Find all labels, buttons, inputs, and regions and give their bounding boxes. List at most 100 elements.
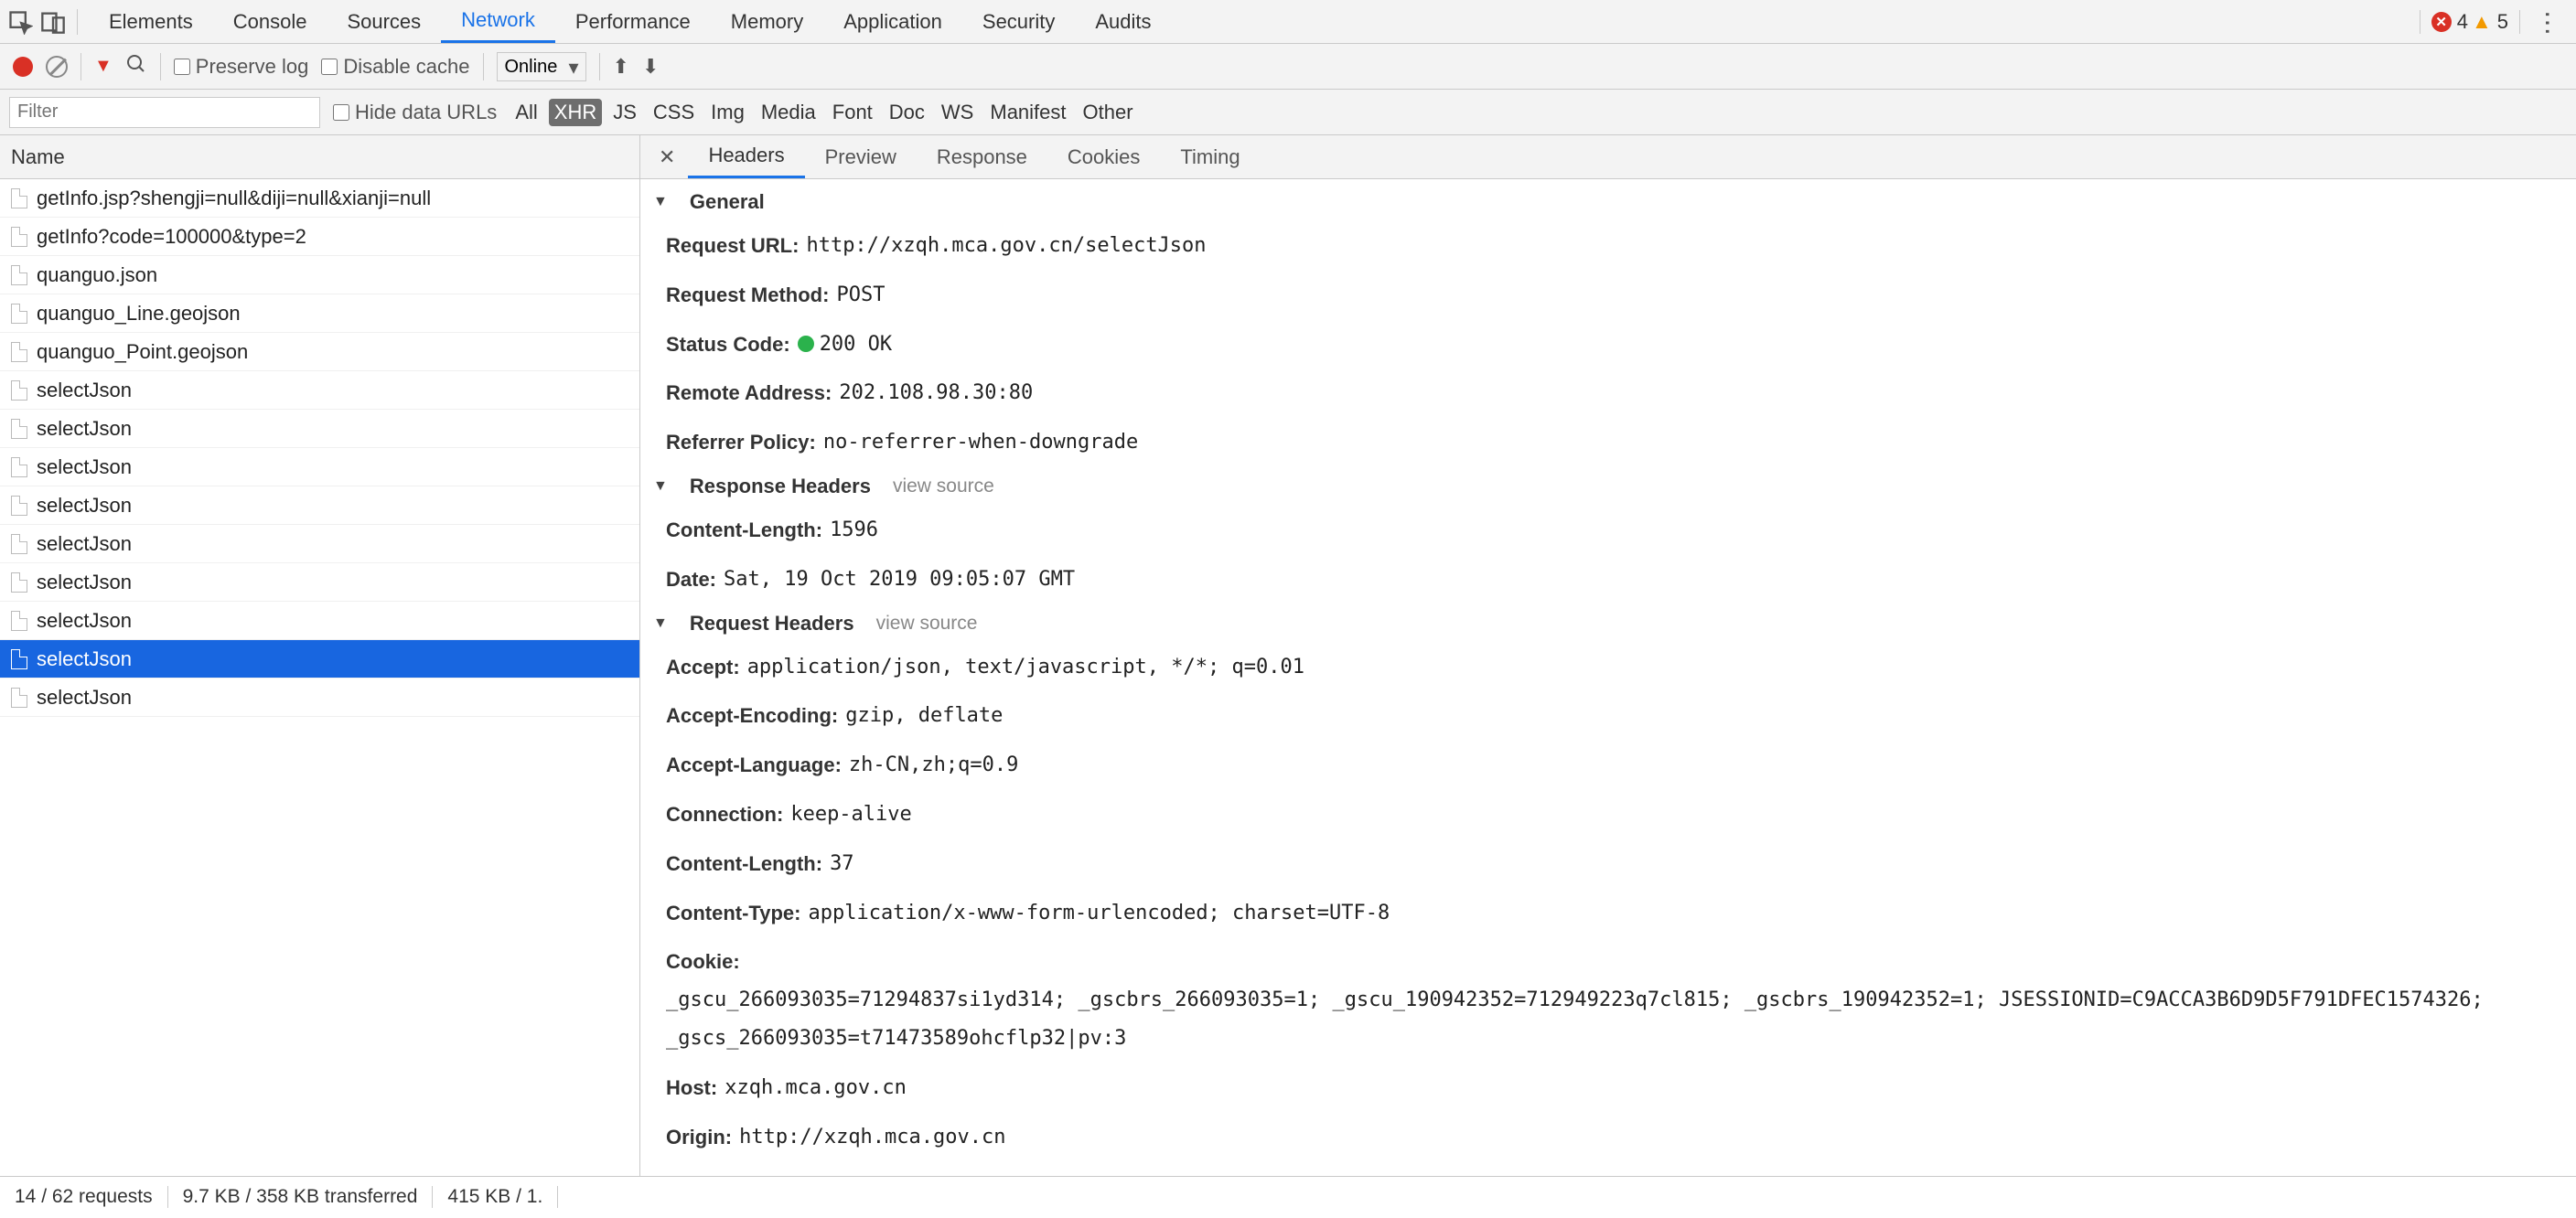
- detail-tab-cookies[interactable]: Cookies: [1047, 135, 1160, 178]
- filter-type-media[interactable]: Media: [756, 99, 821, 126]
- request-list-header[interactable]: Name: [0, 135, 639, 179]
- error-badge-icon: ✕: [2431, 12, 2452, 32]
- header-value: no-referrer-when-downgrade: [823, 423, 1138, 462]
- request-list[interactable]: getInfo.jsp?shengji=null&diji=null&xianj…: [0, 179, 639, 1178]
- hide-data-urls-checkbox[interactable]: Hide data URLs: [333, 101, 497, 124]
- header-value: gzip, deflate: [845, 697, 1003, 735]
- record-button[interactable]: [13, 57, 33, 77]
- request-row[interactable]: selectJson: [0, 563, 639, 602]
- status-dot-icon: [798, 336, 814, 352]
- filter-type-css[interactable]: CSS: [648, 99, 700, 126]
- header-row: Host:xzqh.mca.gov.cn: [640, 1063, 2576, 1113]
- section-title: Request Headers: [690, 612, 854, 636]
- filter-type-all[interactable]: All: [510, 99, 542, 126]
- request-row[interactable]: selectJson: [0, 410, 639, 448]
- header-key: Date:: [666, 561, 716, 599]
- panel-tab-elements[interactable]: Elements: [89, 0, 213, 43]
- filter-type-other[interactable]: Other: [1078, 99, 1139, 126]
- filter-type-img[interactable]: Img: [705, 99, 750, 126]
- device-toggle-icon[interactable]: [40, 9, 66, 35]
- request-name: selectJson: [37, 532, 132, 556]
- section-title: General: [690, 190, 765, 214]
- section-header-response-headers[interactable]: ▼Response Headersview source: [640, 467, 2576, 506]
- header-row: Accept-Language:zh-CN,zh;q=0.9: [640, 741, 2576, 790]
- header-value: application/x-www-form-urlencoded; chars…: [808, 894, 1390, 933]
- request-name: selectJson: [37, 571, 132, 594]
- request-name: selectJson: [37, 609, 132, 633]
- filter-type-manifest[interactable]: Manifest: [984, 99, 1071, 126]
- filter-toggle-icon[interactable]: ▼: [94, 56, 113, 77]
- file-icon: [11, 419, 27, 439]
- request-row[interactable]: selectJson: [0, 602, 639, 640]
- header-row: Content-Type:application/x-www-form-urle…: [640, 889, 2576, 938]
- filter-input[interactable]: [9, 97, 320, 128]
- header-row: Remote Address:202.108.98.30:80: [640, 369, 2576, 418]
- panel-tab-audits[interactable]: Audits: [1075, 0, 1171, 43]
- detail-tab-headers[interactable]: Headers: [688, 135, 804, 178]
- detail-tab-response[interactable]: Response: [917, 135, 1047, 178]
- detail-tab-preview[interactable]: Preview: [805, 135, 917, 178]
- console-badges[interactable]: ✕ 4 ▲ 5: [2420, 10, 2520, 34]
- more-menu-icon[interactable]: ⋯: [2533, 1, 2563, 42]
- section-header-general[interactable]: ▼General: [640, 183, 2576, 221]
- request-row[interactable]: selectJson: [0, 371, 639, 410]
- header-row: Date:Sat, 19 Oct 2019 09:05:07 GMT: [640, 555, 2576, 604]
- request-row[interactable]: selectJson: [0, 448, 639, 486]
- file-icon: [11, 380, 27, 401]
- panel-tab-sources[interactable]: Sources: [327, 0, 441, 43]
- request-row[interactable]: selectJson: [0, 486, 639, 525]
- divider: [160, 53, 161, 80]
- panel-tab-network[interactable]: Network: [441, 0, 555, 43]
- import-har-icon[interactable]: ⬆: [613, 55, 629, 79]
- filter-type-doc[interactable]: Doc: [884, 99, 930, 126]
- view-source-link[interactable]: view source: [876, 613, 978, 635]
- view-source-link[interactable]: view source: [893, 475, 994, 497]
- request-row[interactable]: getInfo.jsp?shengji=null&diji=null&xianj…: [0, 179, 639, 218]
- request-name: selectJson: [37, 647, 132, 671]
- headers-panel[interactable]: ▼GeneralRequest URL:http://xzqh.mca.gov.…: [640, 179, 2576, 1178]
- header-key: Content-Type:: [666, 894, 800, 933]
- status-resources: 415 KB / 1.: [433, 1186, 558, 1208]
- clear-button[interactable]: [46, 56, 68, 78]
- preserve-log-checkbox[interactable]: Preserve log: [174, 55, 309, 79]
- filter-type-font[interactable]: Font: [827, 99, 878, 126]
- request-row[interactable]: quanguo_Point.geojson: [0, 333, 639, 371]
- close-detail-icon[interactable]: ✕: [646, 135, 688, 178]
- header-row: Referrer Policy:no-referrer-when-downgra…: [640, 418, 2576, 467]
- detail-tab-timing[interactable]: Timing: [1160, 135, 1260, 178]
- header-key: Accept:: [666, 648, 740, 687]
- devtools-top-bar: ElementsConsoleSourcesNetworkPerformance…: [0, 0, 2576, 44]
- header-value: http://xzqh.mca.gov.cn/selectJson: [806, 227, 1206, 265]
- filter-type-ws[interactable]: WS: [936, 99, 979, 126]
- request-row[interactable]: selectJson: [0, 640, 639, 678]
- request-row[interactable]: getInfo?code=100000&type=2: [0, 218, 639, 256]
- filter-type-js[interactable]: JS: [607, 99, 642, 126]
- request-row[interactable]: selectJson: [0, 525, 639, 563]
- request-row[interactable]: selectJson: [0, 678, 639, 717]
- request-name: selectJson: [37, 379, 132, 402]
- request-row[interactable]: quanguo_Line.geojson: [0, 294, 639, 333]
- disable-cache-checkbox[interactable]: Disable cache: [321, 55, 469, 79]
- header-row: Request Method:POST: [640, 271, 2576, 320]
- header-key: Host:: [666, 1069, 717, 1107]
- panel-tab-security[interactable]: Security: [962, 0, 1075, 43]
- export-har-icon[interactable]: ⬇: [642, 55, 659, 79]
- panel-tab-console[interactable]: Console: [213, 0, 327, 43]
- inspect-icon-group: [7, 9, 78, 35]
- detail-tabs: ✕ HeadersPreviewResponseCookiesTiming: [640, 135, 2576, 179]
- file-icon: [11, 227, 27, 247]
- section-header-request-headers[interactable]: ▼Request Headersview source: [640, 604, 2576, 643]
- inspect-element-icon[interactable]: [7, 9, 33, 35]
- status-requests: 14 / 62 requests: [0, 1186, 168, 1208]
- panel-tab-memory[interactable]: Memory: [711, 0, 823, 43]
- header-key: Request Method:: [666, 276, 829, 315]
- search-icon[interactable]: [125, 53, 147, 80]
- network-split-view: Name getInfo.jsp?shengji=null&diji=null&…: [0, 135, 2576, 1178]
- throttling-select[interactable]: Online: [497, 52, 586, 81]
- filter-type-xhr[interactable]: XHR: [549, 99, 602, 126]
- header-value: 200 OK: [798, 326, 892, 364]
- header-value: 37: [830, 845, 854, 883]
- request-row[interactable]: quanguo.json: [0, 256, 639, 294]
- panel-tab-application[interactable]: Application: [823, 0, 962, 43]
- panel-tab-performance[interactable]: Performance: [555, 0, 711, 43]
